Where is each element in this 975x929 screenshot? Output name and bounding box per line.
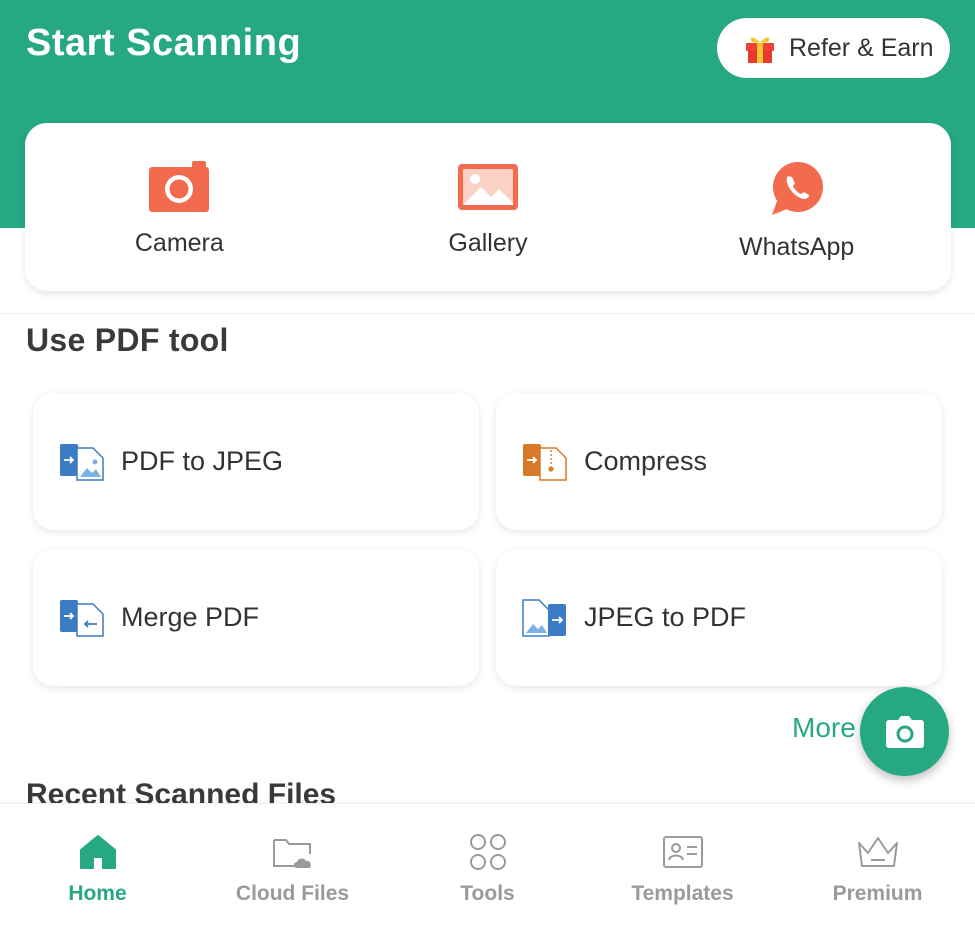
page-title: Start Scanning	[26, 22, 302, 64]
jpeg-to-pdf-icon	[522, 598, 566, 637]
nav-label: Premium	[832, 882, 923, 905]
bottom-navigation: Home Cloud Files Tools Templates Premium	[0, 803, 975, 929]
pdf-tools-title: Use PDF tool	[26, 322, 229, 358]
scan-option-camera[interactable]: Camera	[25, 123, 334, 291]
refer-earn-button[interactable]: Refer & Earn	[717, 18, 950, 78]
tools-grid-icon	[469, 834, 506, 870]
tool-jpeg-to-pdf[interactable]: JPEG to PDF	[496, 549, 942, 686]
scan-option-gallery[interactable]: Gallery	[334, 123, 643, 291]
tool-label: PDF to JPEG	[121, 446, 284, 476]
scan-option-whatsapp[interactable]: WhatsApp	[642, 123, 951, 291]
recent-files-title: Recent Scanned Files	[26, 778, 337, 804]
nav-label: Home	[68, 882, 127, 905]
gift-icon	[746, 37, 774, 63]
pdf-to-jpeg-icon	[60, 443, 104, 481]
whatsapp-icon	[771, 162, 823, 215]
nav-premium[interactable]: Premium	[780, 804, 975, 929]
home-icon	[79, 835, 116, 869]
scan-option-label: Camera	[134, 229, 224, 257]
tool-label: Merge PDF	[121, 602, 260, 632]
scan-option-label: WhatsApp	[739, 233, 855, 261]
nav-home[interactable]: Home	[0, 804, 195, 929]
more-tools-link[interactable]: More	[792, 712, 856, 744]
scan-options-card: Camera Gallery WhatsApp	[25, 123, 951, 291]
tool-merge-pdf[interactable]: Merge PDF	[33, 549, 479, 686]
tool-compress[interactable]: Compress	[496, 393, 942, 530]
nav-label: Cloud Files	[235, 882, 350, 905]
tool-label: Compress	[584, 446, 708, 476]
nav-tools[interactable]: Tools	[390, 804, 585, 929]
nav-templates[interactable]: Templates	[585, 804, 780, 929]
cloud-folder-icon	[272, 839, 311, 868]
section-divider	[0, 313, 975, 314]
gallery-icon	[458, 164, 518, 210]
scan-fab-button[interactable]	[860, 687, 949, 776]
id-card-icon	[662, 836, 703, 868]
crown-icon	[857, 837, 898, 867]
nav-cloud-files[interactable]: Cloud Files	[195, 804, 390, 929]
camera-icon	[149, 161, 210, 212]
compress-icon	[523, 443, 567, 481]
refer-earn-label: Refer & Earn	[789, 33, 934, 62]
merge-pdf-icon	[60, 599, 104, 637]
nav-label: Tools	[460, 882, 515, 905]
scan-option-label: Gallery	[448, 229, 528, 257]
camera-icon	[885, 715, 924, 748]
nav-label: Templates	[631, 882, 734, 905]
tool-pdf-to-jpeg[interactable]: PDF to JPEG	[33, 393, 479, 530]
tool-label: JPEG to PDF	[584, 602, 747, 632]
